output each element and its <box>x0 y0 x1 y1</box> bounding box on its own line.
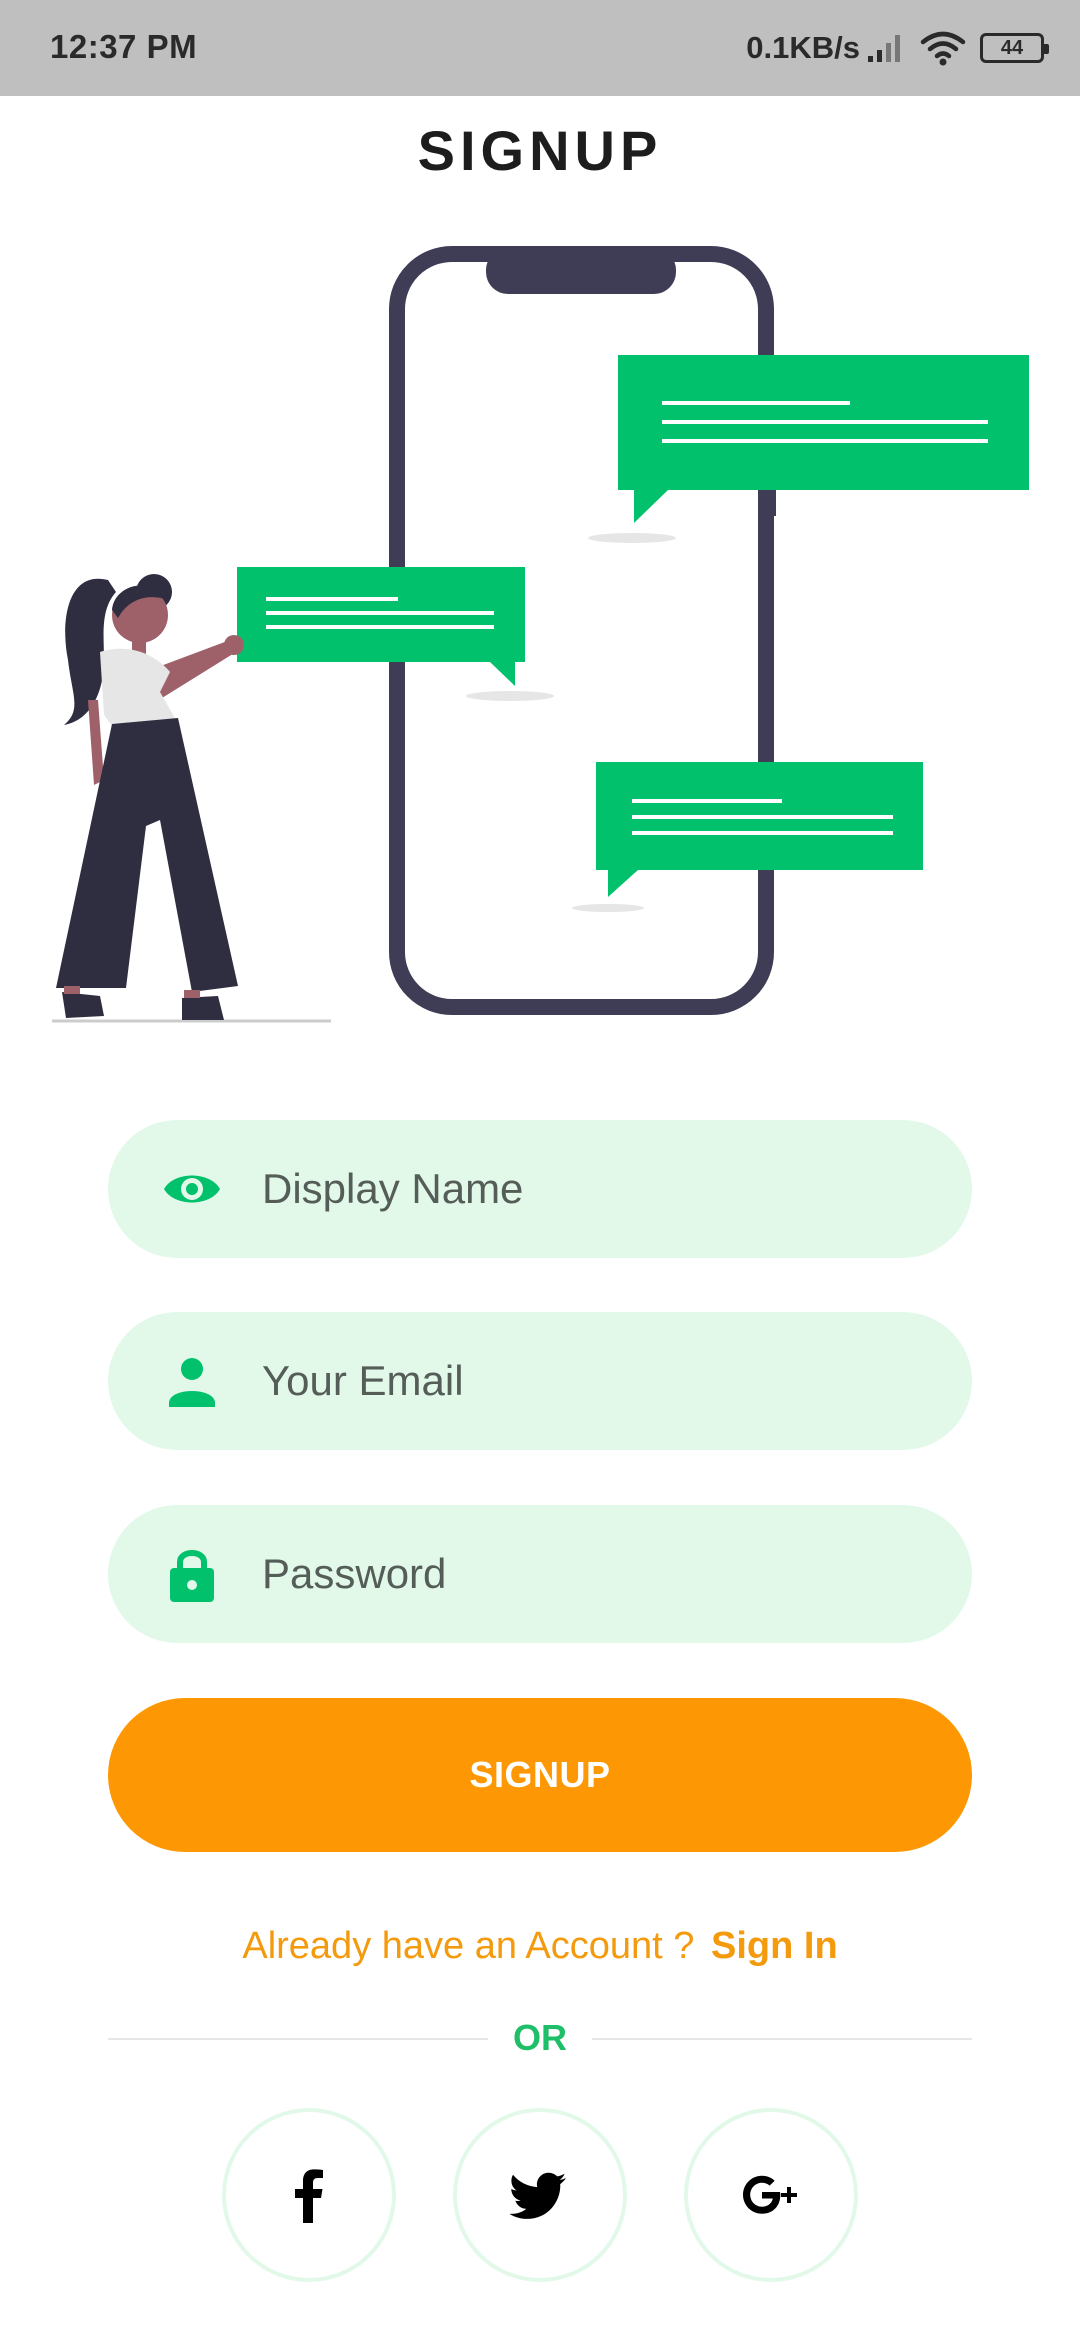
google-plus-button[interactable] <box>684 2108 858 2282</box>
sign-in-link[interactable]: Sign In <box>711 1925 838 1967</box>
facebook-icon <box>295 2169 323 2223</box>
signal-icon <box>868 35 900 62</box>
or-divider: OR <box>108 2015 972 2065</box>
status-time: 12:37 PM <box>50 28 198 65</box>
eye-icon <box>162 1159 262 1219</box>
account-prompt-text: Already have an Account ? <box>242 1925 705 1967</box>
page-title: SIGNUP <box>417 119 663 182</box>
network-speed: 0.1KB/s <box>746 30 860 65</box>
signup-illustration <box>52 246 1029 1023</box>
twitter-icon <box>510 2172 566 2219</box>
email-field[interactable] <box>108 1312 972 1450</box>
password-input[interactable] <box>262 1550 932 1598</box>
status-bar: 12:37 PM 0.1KB/s 44 <box>0 0 1080 96</box>
battery-icon: 44 <box>980 33 1049 63</box>
chat-bubble-icon <box>572 762 923 912</box>
person-icon <box>162 1351 262 1411</box>
facebook-button[interactable] <box>222 2108 396 2282</box>
wifi-icon <box>920 31 966 66</box>
password-field[interactable] <box>108 1505 972 1643</box>
google-plus-icon <box>743 2175 797 2214</box>
chat-bubble-icon <box>588 355 1029 543</box>
twitter-button[interactable] <box>453 2108 627 2282</box>
display-name-input[interactable] <box>262 1165 932 1213</box>
battery-level: 44 <box>1000 36 1024 59</box>
lock-icon <box>162 1544 262 1604</box>
account-prompt: Already have an Account ? Sign In <box>0 1925 1080 1968</box>
email-input[interactable] <box>262 1357 932 1405</box>
signup-button[interactable]: SIGNUP <box>108 1698 972 1852</box>
divider-line <box>592 2038 972 2040</box>
display-name-field[interactable] <box>108 1120 972 1258</box>
status-icons: 0.1KB/s 44 <box>746 26 1049 70</box>
